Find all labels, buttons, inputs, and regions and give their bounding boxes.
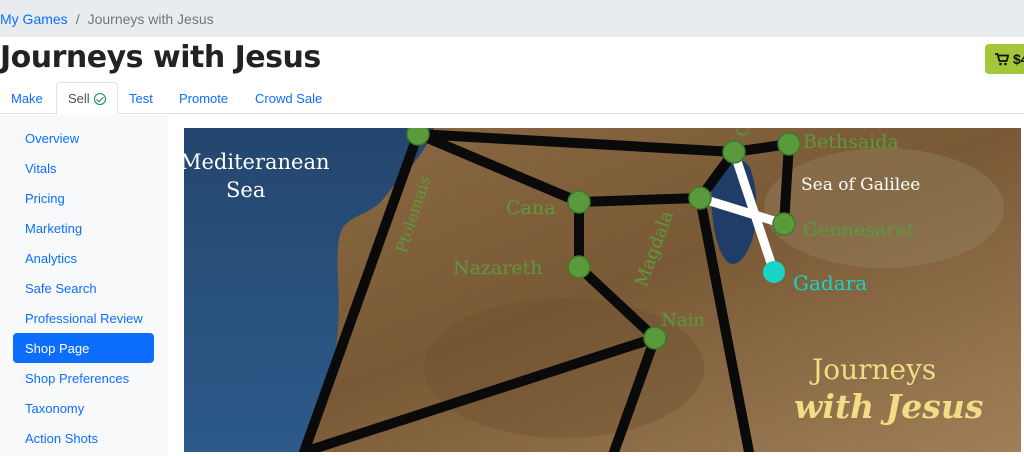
sidebar-item-pricing[interactable]: Pricing	[13, 183, 154, 213]
sea-label-line2: Sea	[226, 178, 265, 202]
cart-button[interactable]: $4	[985, 44, 1024, 74]
sidebar-item-shop-page[interactable]: Shop Page	[13, 333, 154, 363]
tab-promote[interactable]: Promote	[179, 82, 228, 114]
sidebar-item-shop-preferences[interactable]: Shop Preferences	[13, 363, 154, 393]
node-magdala[interactable]	[688, 186, 712, 210]
cart-label: $4	[1013, 51, 1024, 67]
page-title: Journeys with Jesus	[0, 40, 321, 75]
node-gadara[interactable]	[763, 261, 785, 283]
tab-crowd-sale[interactable]: Crowd Sale	[255, 82, 322, 114]
tab-test[interactable]: Test	[129, 82, 153, 114]
tab-make[interactable]: Make	[11, 82, 43, 114]
sidebar-item-professional-review[interactable]: Professional Review	[13, 303, 154, 333]
node-cana[interactable]	[567, 190, 591, 214]
breadcrumb-my-games-link[interactable]: My Games	[0, 11, 68, 27]
place-label-gennesaret: Gennesaret	[803, 219, 915, 241]
node-gennesaret[interactable]	[772, 212, 796, 236]
tab-bar: Make Sell Test Promote Crowd Sale	[0, 82, 1024, 115]
sidebar-item-taxonomy[interactable]: Taxonomy	[13, 393, 154, 423]
place-label-gadara: Gadara	[793, 271, 867, 295]
tab-sell-label: Sell	[68, 91, 90, 106]
sidebar-item-safe-search[interactable]: Safe Search	[13, 273, 154, 303]
sea-label-line1: Mediteranean	[184, 150, 330, 174]
logo-line1: Journeys	[809, 353, 936, 386]
breadcrumb-separator: /	[75, 10, 80, 27]
place-label-nain: Nain	[661, 310, 705, 331]
sidebar-item-action-shots[interactable]: Action Shots	[13, 423, 154, 453]
breadcrumb-current: Journeys with Jesus	[87, 10, 214, 27]
cart-icon	[995, 52, 1009, 65]
logo-line2: with Jesus	[794, 387, 983, 426]
place-label-bethsaida: Bethsaida	[803, 131, 899, 153]
check-circle-icon	[93, 92, 106, 105]
sidebar-item-marketing[interactable]: Marketing	[13, 213, 154, 243]
map-illustration: Mediteranean Sea Sea of Galilee Bethsaid…	[184, 128, 1021, 452]
sidebar-item-overview[interactable]: Overview	[13, 123, 154, 153]
node-capernaum[interactable]	[722, 140, 746, 164]
tab-sell[interactable]: Sell	[56, 82, 118, 115]
place-label-nazareth: Nazareth	[453, 257, 543, 279]
node-nazareth[interactable]	[567, 255, 591, 279]
place-label-cana: Cana	[506, 197, 555, 219]
galilee-label: Sea of Galilee	[801, 175, 920, 195]
node-ptolemais[interactable]	[406, 128, 430, 146]
breadcrumb: My Games / Journeys with Jesus	[0, 0, 1024, 37]
node-bethsaida[interactable]	[777, 132, 801, 156]
sidebar-item-analytics[interactable]: Analytics	[13, 243, 154, 273]
sidebar-item-vitals[interactable]: Vitals	[13, 153, 154, 183]
game-banner-image: Mediteranean Sea Sea of Galilee Bethsaid…	[184, 128, 1021, 452]
terrain-patch	[764, 148, 1004, 268]
sidebar: Overview Vitals Pricing Marketing Analyt…	[0, 115, 168, 456]
